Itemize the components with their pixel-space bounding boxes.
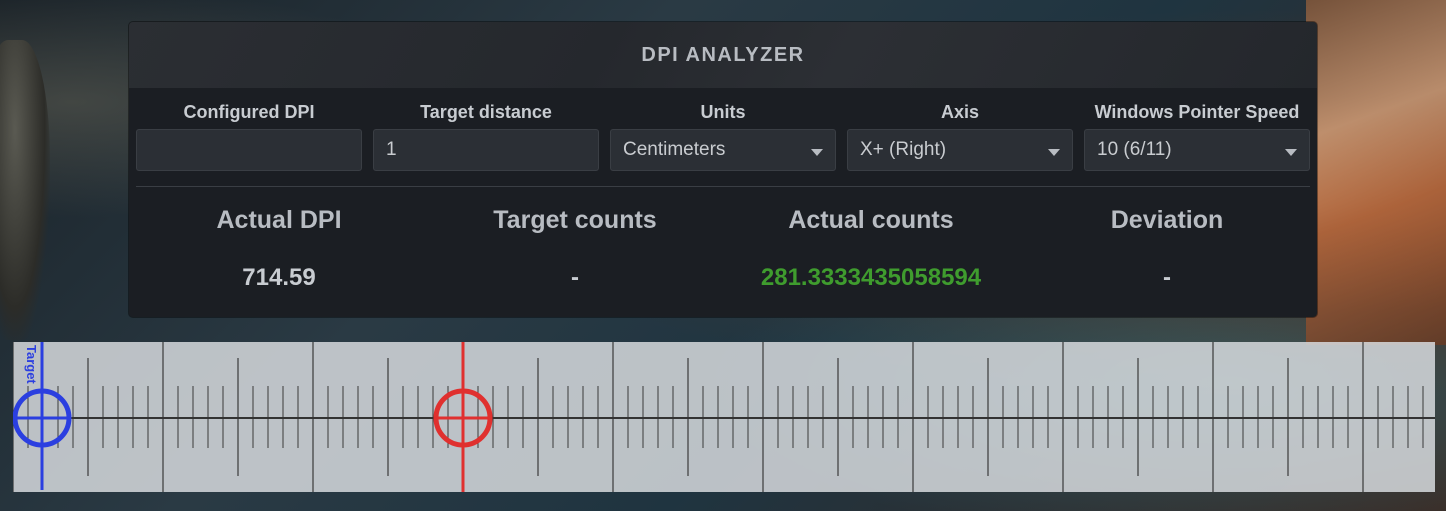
actual-counts-stat: Actual counts 281.3333435058594 (723, 205, 1019, 293)
actual-dpi-label: Actual DPI (216, 206, 342, 234)
chevron-down-icon (1285, 148, 1297, 156)
ruler-graphic: Target (13, 342, 1435, 492)
deviation-label: Deviation (1110, 206, 1224, 234)
chevron-down-icon (1048, 148, 1060, 156)
units-field: Units Centimeters (610, 97, 836, 171)
dpi-analyzer-panel: DPI ANALYZER Configured DPI Target dista… (129, 22, 1317, 317)
pointer-speed-selected-value: 10 (6/11) (1097, 139, 1172, 160)
units-label: Units (700, 102, 746, 122)
units-selected-value: Centimeters (623, 139, 726, 160)
deviation-stat: Deviation - (1019, 205, 1315, 293)
background-figure-left (0, 40, 50, 340)
cursor-marker (433, 342, 493, 492)
configured-dpi-input[interactable] (136, 129, 362, 171)
target-counts-value: - (571, 264, 579, 291)
axis-select[interactable]: X+ (Right) (847, 129, 1073, 171)
panel-header: DPI ANALYZER (129, 22, 1317, 88)
actual-dpi-value: 714.59 (242, 264, 316, 291)
pointer-speed-label: Windows Pointer Speed (1094, 102, 1300, 122)
axis-field: Axis X+ (Right) (847, 97, 1073, 171)
units-select[interactable]: Centimeters (610, 129, 836, 171)
deviation-value: - (1163, 264, 1171, 291)
measurement-ruler[interactable]: Target (13, 342, 1435, 492)
configured-dpi-label: Configured DPI (183, 102, 315, 122)
actual-dpi-stat: Actual DPI 714.59 (131, 205, 427, 293)
target-distance-input[interactable] (373, 129, 599, 171)
target-distance-field: Target distance (373, 97, 599, 171)
target-label: Target (24, 345, 39, 384)
actual-counts-label: Actual counts (788, 206, 954, 234)
axis-label: Axis (940, 102, 980, 122)
target-marker: Target (13, 342, 72, 490)
divider (136, 186, 1310, 187)
page-title: DPI ANALYZER (641, 43, 805, 66)
pointer-speed-select[interactable]: 10 (6/11) (1084, 129, 1310, 171)
configured-dpi-field: Configured DPI (136, 97, 362, 171)
results-stats: Actual DPI 714.59 Target counts - Actual… (129, 205, 1317, 293)
settings-fields: Configured DPI Target distance Units Cen… (129, 97, 1317, 171)
axis-selected-value: X+ (Right) (860, 139, 947, 160)
pointer-speed-field: Windows Pointer Speed 10 (6/11) (1084, 97, 1310, 171)
target-distance-label: Target distance (420, 102, 552, 122)
background-figure-right (1306, 0, 1446, 345)
chevron-down-icon (811, 148, 823, 156)
actual-counts-value: 281.3333435058594 (760, 264, 982, 291)
target-counts-label: Target counts (493, 206, 657, 234)
target-counts-stat: Target counts - (427, 205, 723, 293)
